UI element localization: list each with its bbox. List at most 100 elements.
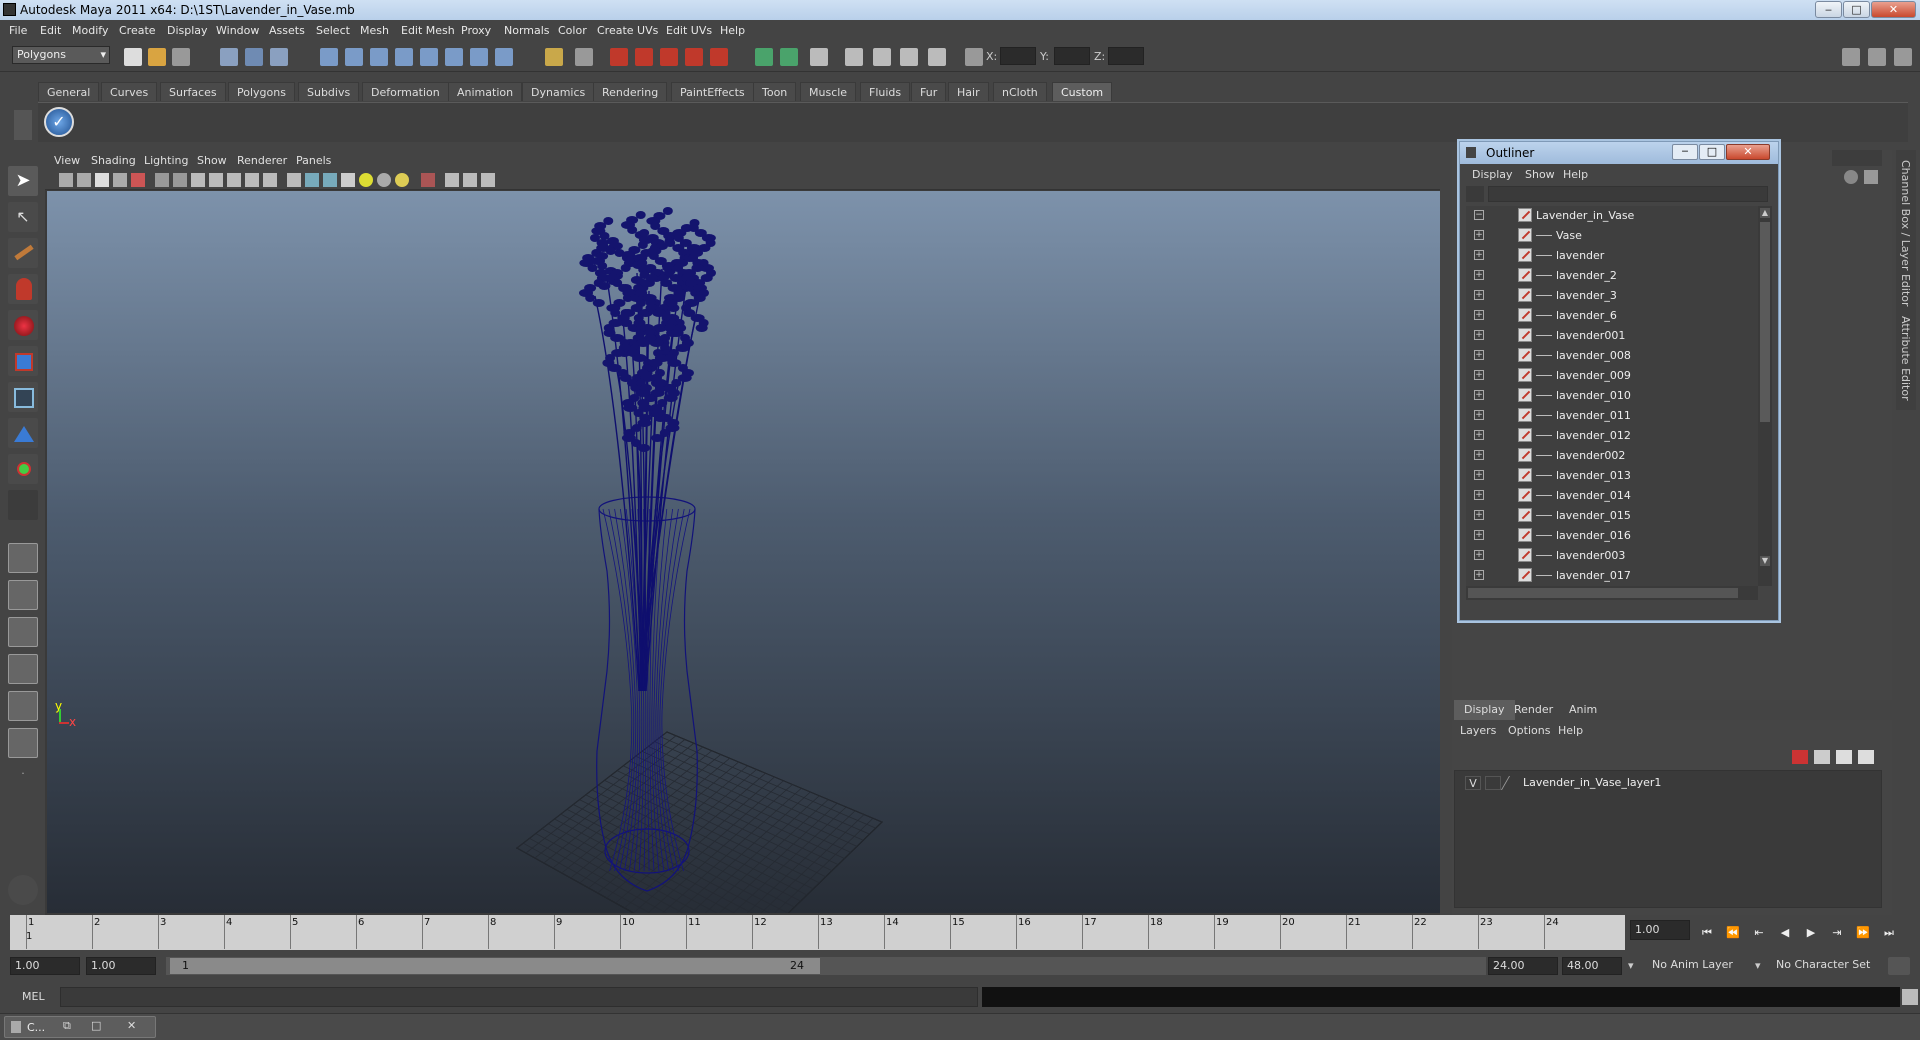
hypershade-icon[interactable] [685,48,703,66]
expand-icon[interactable]: + [1474,290,1484,300]
expand-icon[interactable]: + [1474,330,1484,340]
anim-layer-chevron-icon[interactable]: ▾ [1628,959,1634,972]
channel-box-toggle-icon[interactable] [873,48,891,66]
tab-subdivs[interactable]: Subdivs [298,82,360,101]
expand-icon[interactable]: + [1474,310,1484,320]
layer-editor-toggle-icon[interactable] [900,48,918,66]
expand-icon[interactable]: + [1474,550,1484,560]
snap-curve-icon[interactable] [345,48,363,66]
maximize-button[interactable]: □ [1843,1,1870,18]
outliner-toggle-icon[interactable] [928,48,946,66]
tab-hair[interactable]: Hair [948,82,989,101]
select-component-icon[interactable] [270,48,288,66]
outliner-item-row[interactable]: + Vase [1474,226,1764,246]
expand-icon[interactable]: + [1474,430,1484,440]
layout-menu-icon[interactable]: · [8,765,38,783]
expand-icon[interactable]: + [1474,230,1484,240]
smooth-shade-icon[interactable] [305,173,319,187]
layout-outliner-persp-icon[interactable] [8,617,38,647]
snap-view-plane-icon[interactable] [395,48,413,66]
vp-menu-panels[interactable]: Panels [296,154,331,167]
command-input[interactable] [60,987,978,1007]
new-scene-icon[interactable] [124,48,142,66]
close-icon[interactable]: ✕ [127,1019,136,1032]
outliner-minimize-button[interactable]: ‒ [1672,144,1698,160]
camera-attributes-icon[interactable] [77,173,91,187]
vp-menu-lighting[interactable]: Lighting [144,154,188,167]
select-camera-icon[interactable] [59,173,73,187]
outliner-root-row[interactable]: − Lavender_in_Vase [1474,206,1764,226]
open-scene-icon[interactable] [148,48,166,66]
outliner-item-row[interactable]: + lavender_6 [1474,306,1764,326]
playback-start-field[interactable]: 1.00 [86,957,156,975]
toggle-tool-settings-icon[interactable] [1868,48,1886,66]
outliner-item-row[interactable]: + lavender_012 [1474,426,1764,446]
magnet-icon[interactable] [545,48,563,66]
wireframe-icon[interactable] [287,173,301,187]
outliner-item-row[interactable]: + lavender_010 [1474,386,1764,406]
outliner-item-row[interactable]: + lavender_016 [1474,526,1764,546]
play-backward-icon[interactable]: ◀ [1776,924,1794,942]
outliner-maximize-button[interactable]: □ [1699,144,1725,160]
auto-key-icon[interactable] [1888,957,1910,975]
step-forward-frame-icon[interactable]: ⇥ [1828,924,1846,942]
expand-icon[interactable]: + [1474,510,1484,520]
layer-tab-render[interactable]: Render [1514,703,1553,716]
make-live-icon[interactable] [420,48,438,66]
outliner-item-row[interactable]: + lavender_2 [1474,266,1764,286]
expand-icon[interactable]: + [1474,530,1484,540]
outliner-item-row[interactable]: + lavender_009 [1474,366,1764,386]
tab-fur[interactable]: Fur [911,82,947,101]
xray-icon[interactable] [445,173,459,187]
outliner-item-row[interactable]: + lavender_3 [1474,286,1764,306]
tab-animation[interactable]: Animation [448,82,523,101]
expand-icon[interactable]: + [1474,570,1484,580]
expand-icon[interactable]: + [1474,370,1484,380]
menu-normals[interactable]: Normals [504,24,550,37]
play-forward-icon[interactable]: ▶ [1802,924,1820,942]
textured-icon[interactable] [341,173,355,187]
scroll-down-arrow-icon[interactable]: ▼ [1760,556,1770,566]
film-gate-icon[interactable] [173,173,187,187]
range-slider-track[interactable]: 1 24 [166,957,1486,975]
scroll-up-arrow-icon[interactable]: ▲ [1760,208,1770,218]
layer-tab-anim[interactable]: Anim [1569,703,1597,716]
tab-fluids[interactable]: Fluids [860,82,911,101]
playback-end-field[interactable]: 24.00 [1488,957,1558,975]
transform-mode-icon[interactable] [965,48,983,66]
expand-icon[interactable]: + [1474,270,1484,280]
menu-help[interactable]: Help [720,24,745,37]
image-plane-icon[interactable] [113,173,127,187]
minimized-window[interactable]: C... ⧉ □ ✕ [4,1016,156,1038]
quick-layout-icon[interactable] [8,875,38,905]
layout-persp-graph-icon[interactable] [8,654,38,684]
universal-manipulator-icon[interactable] [8,382,38,412]
use-all-lights-icon[interactable] [377,173,391,187]
expand-icon[interactable]: + [1474,350,1484,360]
tab-toon[interactable]: Toon [753,82,797,101]
tab-muscle[interactable]: Muscle [800,82,857,101]
step-back-key-icon[interactable]: ⏪ [1724,924,1742,942]
tab-polygons[interactable]: Polygons [228,82,295,101]
toggle-channel-box-icon[interactable] [1894,48,1912,66]
tool-settings-icon[interactable] [845,48,863,66]
go-to-end-icon[interactable]: ⏭ [1880,924,1898,942]
outliner-item-row[interactable]: + lavender_008 [1474,346,1764,366]
outliner-close-button[interactable]: ✕ [1726,144,1770,160]
menu-color[interactable]: Color [558,24,587,37]
z-field[interactable] [1108,47,1144,65]
outliner-item-row[interactable]: + lavender [1474,246,1764,266]
range-slider-thumb[interactable]: 1 24 [170,958,820,974]
character-set-selector[interactable]: No Character Set [1772,957,1882,975]
lasso-tool-icon[interactable]: ↖ [8,202,38,232]
rotate-tool-icon[interactable] [8,310,38,340]
layer-type-toggle[interactable] [1485,776,1501,790]
menu-edit-uvs[interactable]: Edit UVs [666,24,712,37]
expand-icon[interactable]: + [1474,390,1484,400]
outliner-item-row[interactable]: + lavender_017 [1474,566,1764,586]
history-icon[interactable] [445,48,463,66]
select-tool-icon[interactable]: ➤ [8,166,38,196]
expand-icon[interactable]: + [1474,410,1484,420]
menu-display[interactable]: Display [167,24,208,37]
select-object-icon[interactable] [245,48,263,66]
